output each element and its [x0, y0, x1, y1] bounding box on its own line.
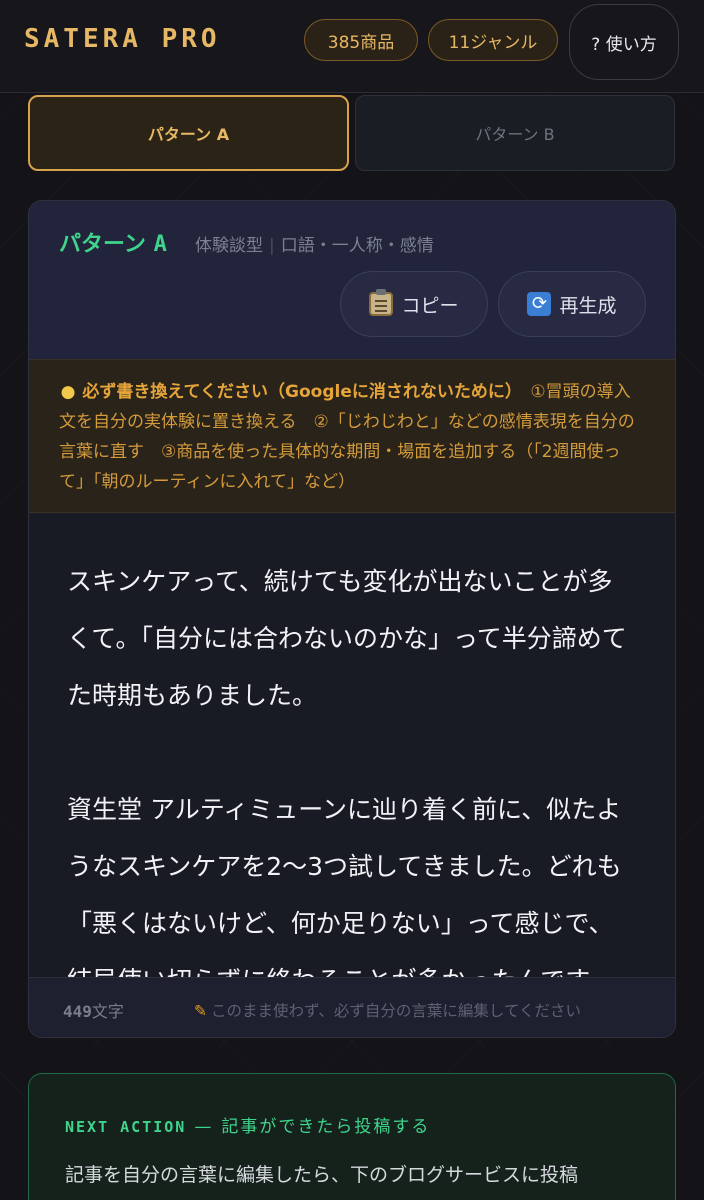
regenerate-button[interactable]: ⟳ 再生成: [498, 271, 646, 337]
app-header: SATERA PRO 385商品 11ジャンル ? 使い方: [0, 0, 704, 93]
app-logo[interactable]: SATERA PRO: [24, 24, 221, 54]
pattern-card: パターン A 体験談型 | 口語・一人称・感情 コピー ⟳ 再生成 ● 必ず書き換え…: [28, 200, 676, 1038]
char-count-unit: 文字: [91, 1002, 124, 1021]
product-count-badge[interactable]: 385商品: [304, 19, 418, 61]
refresh-icon: ⟳: [527, 292, 552, 316]
char-count-number: 449: [63, 1002, 92, 1021]
char-count: 449文字: [63, 998, 124, 1022]
article-text-area[interactable]: スキンケアって、続けても変化が出ないことが多くて。「自分には合わないのかな」って…: [29, 513, 675, 977]
next-action-dash: —: [194, 1117, 214, 1137]
clipboard-icon: [369, 289, 394, 316]
next-action-panel: NEXT ACTION — 記事ができたら投稿する 記事を自分の言葉に編集したら、下…: [28, 1073, 676, 1200]
meta-divider: |: [269, 236, 275, 256]
regenerate-button-label: 再生成: [559, 294, 617, 317]
card-footer: 449文字 ✎ このまま使わず、必ず自分の言葉に編集してください: [29, 977, 675, 1037]
help-button[interactable]: ? 使い方: [569, 4, 679, 80]
rewrite-notice: ● 必ず書き換えてください（Googleに消されないために） ①冒頭の導入文を自…: [29, 359, 675, 513]
pattern-title-text: パターン: [59, 232, 146, 257]
edit-warning: ✎ このまま使わず、必ず自分の言葉に編集してください: [194, 999, 581, 1021]
next-action-title: NEXT ACTION — 記事ができたら投稿する: [65, 1112, 430, 1137]
copy-button[interactable]: コピー: [340, 271, 488, 337]
edit-warning-text: このまま使わず、必ず自分の言葉に編集してください: [211, 1002, 581, 1020]
next-action-body: 記事を自分の言葉に編集したら、下のブログサービスに投稿: [65, 1164, 579, 1186]
next-action-heading: 記事ができたら投稿する: [221, 1117, 431, 1137]
article-paragraph: 資生堂 アルティミューンに辿り着く前に、似たようなスキンケアを2〜3つ試してきま…: [67, 795, 622, 977]
pattern-title-letter: A: [153, 232, 167, 257]
pattern-title: パターン A: [59, 226, 167, 258]
article-paragraph: スキンケアって、続けても変化が出ないことが多くて。「自分には合わないのかな」って…: [67, 567, 627, 710]
pattern-meta: 体験談型 | 口語・一人称・感情: [195, 231, 434, 256]
pattern-style: 口語・一人称・感情: [280, 236, 434, 256]
tab-pattern-b[interactable]: パターン B: [355, 95, 675, 171]
pattern-type: 体験談型: [195, 236, 263, 256]
notice-lead: 必ず書き換えてください（Googleに消されないために）: [82, 382, 514, 402]
pencil-icon: ✎: [194, 1002, 207, 1020]
copy-button-label: コピー: [401, 294, 459, 317]
next-action-tag: NEXT ACTION: [65, 1118, 187, 1136]
lightbulb-icon: ●: [60, 382, 76, 402]
genre-count-badge[interactable]: 11ジャンル: [428, 19, 558, 61]
card-header: パターン A 体験談型 | 口語・一人称・感情 コピー ⟳ 再生成: [29, 201, 675, 359]
tab-pattern-a[interactable]: パターン A: [28, 95, 349, 171]
